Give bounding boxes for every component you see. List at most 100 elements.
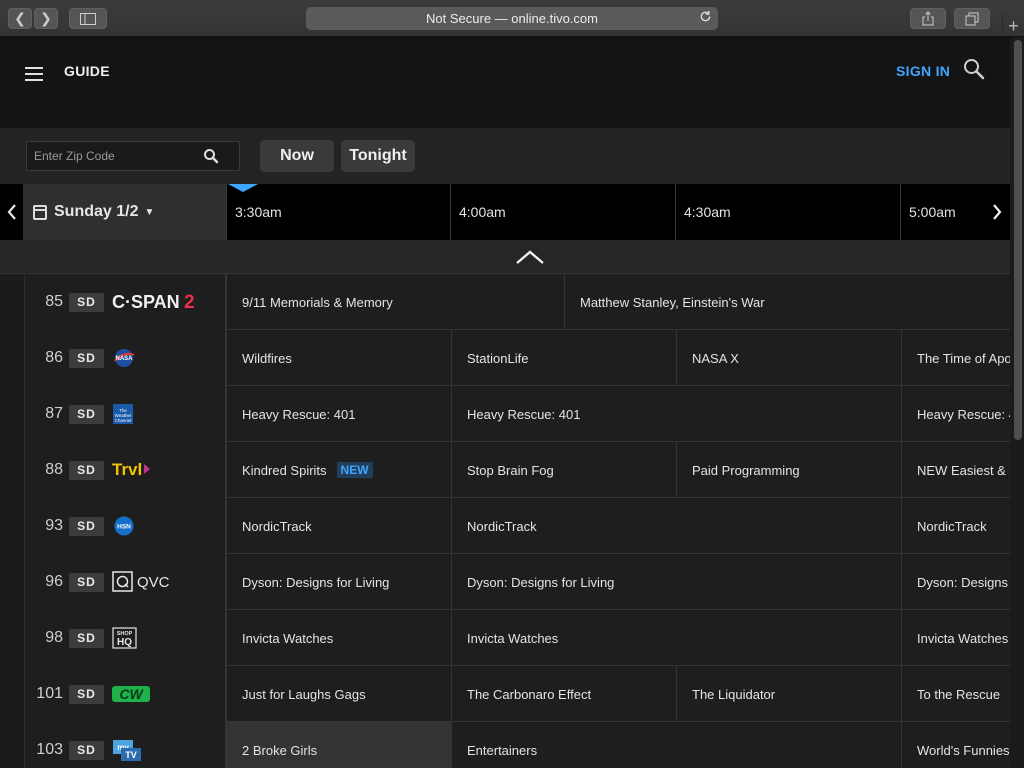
program-title: NordicTrack <box>917 518 987 534</box>
new-badge: NEW <box>336 462 373 478</box>
channel-info[interactable]: 87 SD The Weather Channel <box>25 386 226 442</box>
qvc-logo: QVC <box>112 570 172 594</box>
forward-button[interactable]: ❯ <box>34 8 58 29</box>
channel-row: 87 SD The Weather Channel Heavy Rescue: 40… <box>0 386 1010 442</box>
svg-text:Trvl: Trvl <box>112 460 142 479</box>
program-title: 9/11 Memorials & Memory <box>242 294 393 310</box>
program-cell[interactable]: The Carbonaro Effect <box>451 666 676 722</box>
program-cell[interactable]: NEW Easiest & F <box>901 442 1010 498</box>
collapse-bar[interactable] <box>0 240 1010 274</box>
channel-info[interactable]: 96 SD QVC <box>25 554 226 610</box>
program-title: Invicta Watches <box>467 630 559 646</box>
search-icon[interactable] <box>963 58 985 80</box>
channel-info[interactable]: 103 SD my TV <box>25 722 226 768</box>
new-tab-button[interactable]: + <box>1002 15 1024 37</box>
channel-info[interactable]: 86 SD NASA <box>25 330 226 386</box>
time-bar: Sunday 1/2 ▼ 3:30am 4:00am 4:30am 5:00am <box>0 184 1010 240</box>
search-icon[interactable] <box>203 148 219 164</box>
hsn-logo: HSN <box>112 514 136 538</box>
program-cell[interactable]: 2 Broke Girls <box>226 722 451 768</box>
svg-text:Channel: Channel <box>115 418 132 423</box>
back-button[interactable]: ❮ <box>8 8 32 29</box>
tabs-button[interactable] <box>954 8 990 29</box>
quality-badge: SD <box>69 740 104 760</box>
sidebar-button[interactable] <box>69 8 107 29</box>
quality-badge: SD <box>69 404 104 424</box>
svg-text:2: 2 <box>184 292 195 313</box>
svg-text:HSN: HSN <box>117 524 131 531</box>
time-slot: 4:00am <box>450 184 675 240</box>
program-cell[interactable]: Paid Programming <box>676 442 901 498</box>
program-cell[interactable]: The Liquidator <box>676 666 901 722</box>
program-title: Wildfires <box>242 350 292 366</box>
program-cell[interactable]: NASA X <box>676 330 901 386</box>
quality-badge: SD <box>69 460 104 480</box>
earlier-button[interactable] <box>0 184 23 240</box>
program-cell[interactable]: Matthew Stanley, Einstein's War <box>564 274 1010 330</box>
program-title: Heavy Rescue: 401 <box>242 406 356 422</box>
nasa-logo: NASA <box>112 346 136 370</box>
program-cell[interactable]: The Time of Apo <box>901 330 1010 386</box>
share-button[interactable] <box>910 8 946 29</box>
time-slot: 3:30am <box>226 184 450 240</box>
program-cell[interactable]: To the Rescue <box>901 666 1010 722</box>
svg-text:TV: TV <box>125 750 137 760</box>
program-cell[interactable]: Heavy Rescue: 4 <box>901 386 1010 442</box>
program-cell[interactable]: Stop Brain Fog <box>451 442 676 498</box>
chevron-left-icon: ❮ <box>14 10 26 26</box>
program-cell[interactable]: Wildfires <box>226 330 451 386</box>
program-cell[interactable]: Invicta Watches <box>226 610 451 666</box>
program-cell[interactable]: Just for Laughs Gags <box>226 666 451 722</box>
date-picker[interactable]: Sunday 1/2 ▼ <box>23 184 226 240</box>
tonight-button[interactable]: Tonight <box>341 140 415 172</box>
program-cell[interactable]: 9/11 Memorials & Memory <box>226 274 564 330</box>
program-cell[interactable]: Invicta Watches <box>451 610 901 666</box>
program-cell[interactable]: Kindred Spirits NEW <box>226 442 451 498</box>
time-slot: 4:30am <box>675 184 900 240</box>
channel-info[interactable]: 85 SD C·SPAN 2 <box>25 274 226 330</box>
reload-icon[interactable] <box>699 10 712 26</box>
later-button[interactable] <box>986 184 1008 240</box>
program-cell[interactable]: Entertainers <box>451 722 901 768</box>
sidebar-icon <box>80 12 96 25</box>
page-scrollbar[interactable] <box>1014 40 1022 440</box>
menu-icon[interactable] <box>25 67 43 81</box>
now-button[interactable]: Now <box>260 140 334 172</box>
address-bar[interactable]: Not Secure — online.tivo.com <box>306 7 718 30</box>
program-cell[interactable]: Heavy Rescue: 401 <box>226 386 451 442</box>
channel-number: 98 <box>45 629 63 646</box>
program-cell[interactable]: NordicTrack <box>226 498 451 554</box>
channel-info[interactable]: 101 SD CW <box>25 666 226 722</box>
channel-info[interactable]: 88 SD Trvl <box>25 442 226 498</box>
program-cell[interactable]: Heavy Rescue: 401 <box>451 386 901 442</box>
guide-controls: Now Tonight <box>0 128 1010 184</box>
zip-code-input[interactable] <box>27 142 197 170</box>
channel-number: 96 <box>45 573 63 590</box>
svg-text:HQ: HQ <box>117 637 132 648</box>
program-cell[interactable]: Dyson: Designs for Living <box>226 554 451 610</box>
chevron-up-icon <box>516 250 544 264</box>
cspan2-logo: C·SPAN 2 <box>112 290 198 314</box>
program-cell[interactable]: NordicTrack <box>901 498 1010 554</box>
program-cell[interactable]: StationLife <box>451 330 676 386</box>
channel-info[interactable]: 93 SD HSN <box>25 498 226 554</box>
quality-badge: SD <box>69 572 104 592</box>
browser-toolbar: ❮ ❯ Not Secure — online.tivo.com + <box>0 0 1024 37</box>
channel-row: 86 SD NASA Wildfires StationLife NASA X … <box>0 330 1010 386</box>
sign-in-link[interactable]: SIGN IN <box>896 63 950 79</box>
program-title: NASA X <box>692 350 739 366</box>
channel-info[interactable]: 98 SD SHOP HQ <box>25 610 226 666</box>
date-label: Sunday 1/2 <box>54 203 139 220</box>
quality-badge: SD <box>69 348 104 368</box>
travel-channel-logo: Trvl <box>112 458 152 482</box>
program-cell[interactable]: Invicta Watches <box>901 610 1010 666</box>
program-cell[interactable]: NordicTrack <box>451 498 901 554</box>
svg-text:CW: CW <box>119 686 144 702</box>
program-cell[interactable]: World's Funnies <box>901 722 1010 768</box>
channel-number: 103 <box>36 741 63 758</box>
cw-logo: CW <box>112 682 152 706</box>
program-cell[interactable]: Dyson: Designs f <box>901 554 1010 610</box>
program-cell[interactable]: Dyson: Designs for Living <box>451 554 901 610</box>
program-title: The Liquidator <box>692 686 776 702</box>
channel-number: 85 <box>45 293 63 310</box>
